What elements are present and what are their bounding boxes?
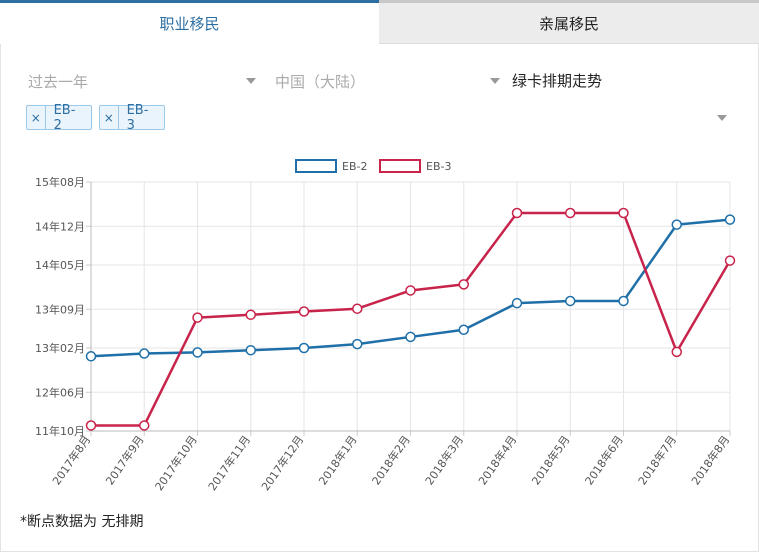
x-tick-label: 2017年12月 xyxy=(258,433,306,493)
x-tick-label: 2018年8月 xyxy=(688,433,732,488)
y-tick-label: 14年12月 xyxy=(35,219,85,233)
period-select[interactable]: 过去一年 xyxy=(28,70,258,92)
x-tick-label: 2018年4月 xyxy=(475,433,519,488)
data-point-eb-3 xyxy=(724,255,736,266)
data-point-eb-3 xyxy=(511,207,523,219)
tag-eb2: × EB-2 xyxy=(26,102,92,133)
x-tick-label: 2017年8月 xyxy=(49,433,93,488)
data-point-eb-3 xyxy=(245,309,256,321)
y-tick-label: 13年09月 xyxy=(35,302,85,316)
x-tick-label: 2018年6月 xyxy=(582,433,626,488)
data-point-eb-3 xyxy=(405,285,416,296)
data-point-eb-3 xyxy=(671,346,682,358)
period-select-value: 过去一年 xyxy=(28,72,89,91)
data-point-eb-2 xyxy=(192,347,203,358)
y-tick-label: 14年05月 xyxy=(35,258,85,272)
x-tick-label: 2017年9月 xyxy=(103,433,147,488)
country-select[interactable]: 中国（大陆） xyxy=(275,70,505,92)
data-point-eb-3 xyxy=(618,207,629,219)
data-point-eb-2 xyxy=(405,331,416,343)
data-point-eb-2 xyxy=(352,338,363,350)
data-point-eb-2 xyxy=(511,297,523,309)
visa-bulletin-line-chart: 15年08月 14年12月 14年05月 13年09月 13年02月 12年06月 11年1… xyxy=(35,159,736,493)
legend-label-eb-3: EB-3 xyxy=(426,160,451,173)
data-point-eb-3 xyxy=(352,303,363,314)
legend-swatch-eb-3 xyxy=(379,159,421,173)
chevron-down-icon xyxy=(490,78,500,84)
tab-bar: 职业移民 亲属移民 xyxy=(0,0,759,44)
data-point-eb-3 xyxy=(192,312,203,323)
data-point-eb-3 xyxy=(565,207,576,219)
x-tick-label: 2017年10月 xyxy=(152,433,200,493)
remove-tag-eb2-button[interactable]: × xyxy=(27,106,46,129)
tag-eb2-label: EB-2 xyxy=(53,102,76,133)
tag-eb3: × EB-3 xyxy=(99,102,165,133)
y-tick-label: 13年02月 xyxy=(35,341,85,355)
x-tick-label: 2018年1月 xyxy=(316,433,360,488)
x-tick-label: 2017年11月 xyxy=(205,433,253,493)
y-tick-label: 11年10月 xyxy=(35,424,85,438)
data-point-eb-2 xyxy=(85,351,97,362)
data-point-eb-2 xyxy=(458,324,469,335)
page-title: 绿卡排期走势 xyxy=(512,72,603,90)
data-point-eb-3 xyxy=(298,306,310,317)
tag-eb3-label: EB-3 xyxy=(126,102,149,133)
category-select-chevron-down-icon[interactable] xyxy=(717,115,727,121)
remove-tag-eb3-button[interactable]: × xyxy=(100,106,119,129)
y-tick-label: 12年06月 xyxy=(35,385,85,399)
data-point-eb-2 xyxy=(245,344,256,356)
x-tick-label: 2018年3月 xyxy=(422,433,466,488)
chevron-down-icon xyxy=(246,78,256,84)
x-tick-label: 2018年5月 xyxy=(529,433,573,488)
data-point-eb-3 xyxy=(458,279,469,290)
legend-label-eb-2: EB-2 xyxy=(342,160,367,173)
data-point-eb-2 xyxy=(618,295,629,307)
data-point-eb-3 xyxy=(139,420,150,431)
tab-employment-immigration[interactable]: 职业移民 xyxy=(0,0,379,44)
country-select-value: 中国（大陆） xyxy=(275,72,366,91)
data-point-eb-2 xyxy=(671,219,682,230)
footnote: *断点数据为 无排期 xyxy=(20,514,144,530)
x-tick-label: 2018年2月 xyxy=(369,433,413,488)
data-point-eb-2 xyxy=(139,348,150,359)
data-point-eb-3 xyxy=(85,420,97,431)
legend-swatch-eb-2 xyxy=(295,159,337,173)
data-point-eb-2 xyxy=(565,295,576,307)
x-tick-label: 2018年7月 xyxy=(635,433,679,488)
data-point-eb-2 xyxy=(724,214,736,225)
y-tick-label: 15年08月 xyxy=(35,175,85,189)
data-point-eb-2 xyxy=(298,342,310,354)
tab-family-immigration[interactable]: 亲属移民 xyxy=(379,0,759,44)
